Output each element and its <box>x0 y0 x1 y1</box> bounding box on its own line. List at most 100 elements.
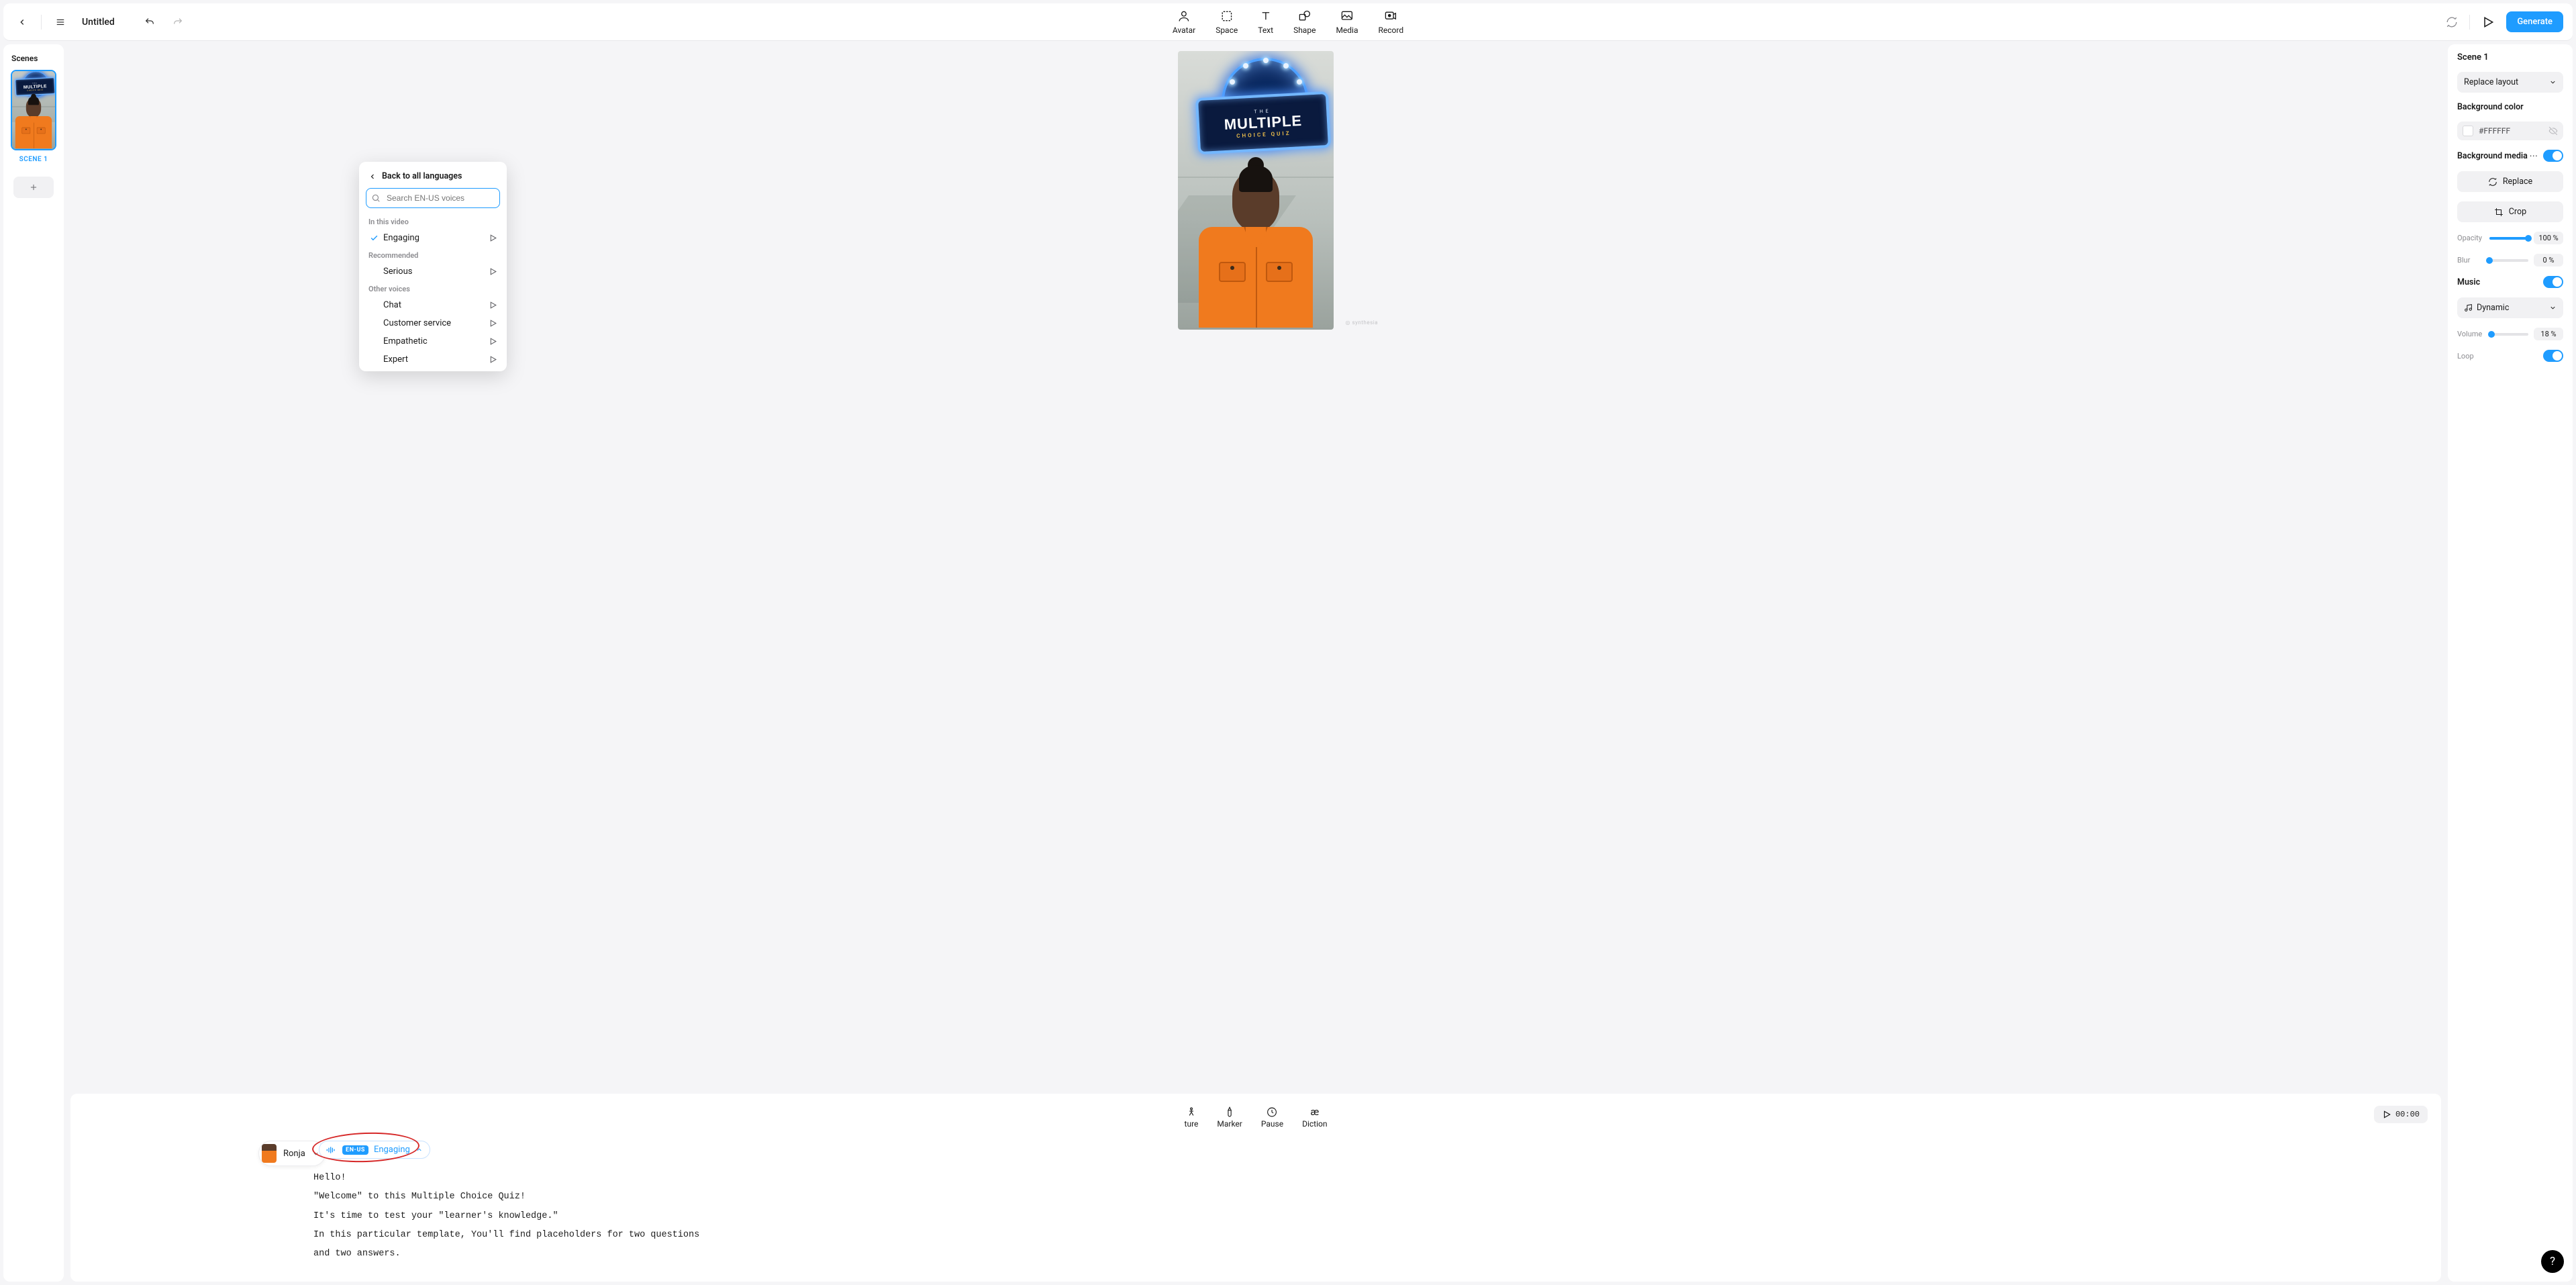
eye-off-icon[interactable] <box>2548 126 2558 136</box>
canvas-wrap: THE MULTIPLE CHOICE QUIZ synthesia <box>70 44 2441 1094</box>
tool-shape[interactable]: Shape <box>1293 9 1316 35</box>
scene-label-1: SCENE 1 <box>19 156 48 163</box>
main: Scenes THE MULTIPLE CHOICE QUIZ SCENE 1 <box>0 44 2576 1285</box>
voice-item-chat[interactable]: Chat <box>359 296 507 314</box>
voice-search-input[interactable] <box>366 188 500 208</box>
bg-media-toggle[interactable] <box>2543 150 2563 162</box>
play-icon[interactable] <box>489 355 497 364</box>
crop-media-button[interactable]: Crop <box>2457 201 2563 222</box>
section-recommended: Recommended <box>359 247 507 263</box>
avatar-mini-icon <box>262 1144 277 1163</box>
chevron-down-icon <box>2549 79 2557 86</box>
gesture-icon <box>1185 1106 1197 1118</box>
search-icon <box>371 193 381 203</box>
volume-value[interactable]: 18 % <box>2534 328 2563 340</box>
volume-slider[interactable] <box>2489 333 2528 336</box>
voice-item-engaging[interactable]: Engaging <box>359 229 507 247</box>
bg-media-more-button[interactable]: ⋯ <box>2530 150 2538 161</box>
script-text[interactable]: Hello! "Welcome" to this Multiple Choice… <box>313 1169 2401 1264</box>
tool-pause[interactable]: Pause <box>1261 1106 1283 1129</box>
opacity-slider[interactable] <box>2489 237 2528 240</box>
undo-button[interactable] <box>140 13 159 32</box>
play-icon[interactable] <box>489 301 497 310</box>
topbar-left: Untitled <box>13 13 187 32</box>
opacity-slider-row: Opacity 100 % <box>2457 232 2563 244</box>
voice-item-customer-service[interactable]: Customer service <box>359 314 507 332</box>
toolbar-center: Avatar Space Text Shape Media Record <box>1173 9 1403 35</box>
tool-diction[interactable]: æ Diction <box>1302 1106 1327 1129</box>
popover-search <box>366 188 500 208</box>
loop-label: Loop <box>2457 352 2474 361</box>
watermark: synthesia <box>1346 320 1379 326</box>
script-time[interactable]: 00:00 <box>2374 1106 2428 1123</box>
avatar-icon <box>1177 9 1191 23</box>
chevron-up-icon <box>415 1146 423 1153</box>
play-icon[interactable] <box>489 234 497 242</box>
blur-slider[interactable] <box>2489 259 2528 262</box>
music-label: Music <box>2457 277 2480 287</box>
color-swatch <box>2463 126 2473 136</box>
language-badge: EN-US <box>342 1145 368 1155</box>
voice-item-serious[interactable]: Serious <box>359 263 507 281</box>
waveform-icon <box>326 1145 337 1155</box>
add-scene-button[interactable] <box>13 177 54 198</box>
voice-item-expert[interactable]: Expert <box>359 350 507 369</box>
preview-play-button[interactable] <box>2478 12 2498 32</box>
menu-button[interactable] <box>51 13 70 32</box>
script-panel: ture Marker Pause æ Diction 00:00 <box>70 1094 2441 1282</box>
replace-layout-select[interactable]: Replace layout <box>2457 72 2563 93</box>
generate-button[interactable]: Generate <box>2506 11 2563 32</box>
check-icon <box>368 234 379 242</box>
topbar-right: Generate <box>2442 11 2563 32</box>
center-area: THE MULTIPLE CHOICE QUIZ synthesia <box>70 44 2441 1282</box>
volume-slider-row: Volume 18 % <box>2457 328 2563 340</box>
scene-thumb-1[interactable]: THE MULTIPLE CHOICE QUIZ <box>11 70 56 150</box>
music-track-select[interactable]: Dynamic <box>2457 297 2563 318</box>
canvas[interactable]: THE MULTIPLE CHOICE QUIZ <box>1178 51 1334 330</box>
music-toggle[interactable] <box>2543 276 2563 288</box>
section-other: Other voices <box>359 281 507 296</box>
tool-media[interactable]: Media <box>1336 9 1358 35</box>
play-icon[interactable] <box>489 267 497 276</box>
voice-popover: Back to all languages In this video Enga… <box>359 162 507 371</box>
scene-title: Scene 1 <box>2457 52 2563 62</box>
scenes-panel: Scenes THE MULTIPLE CHOICE QUIZ SCENE 1 <box>3 44 64 1282</box>
tool-marker[interactable]: Marker <box>1217 1106 1242 1129</box>
tool-record[interactable]: Record <box>1379 9 1404 35</box>
blur-value[interactable]: 0 % <box>2534 254 2563 267</box>
section-in-video: In this video <box>359 213 507 229</box>
text-icon <box>1258 9 1273 23</box>
help-button[interactable]: ? <box>2541 1250 2564 1273</box>
blur-slider-row: Blur 0 % <box>2457 254 2563 267</box>
popover-back-button[interactable]: Back to all languages <box>359 169 507 188</box>
bg-color-chip[interactable]: #FFFFFF <box>2457 122 2563 140</box>
tool-gesture[interactable]: ture <box>1185 1106 1199 1129</box>
play-icon[interactable] <box>489 337 497 346</box>
bg-color-label: Background color <box>2457 102 2563 112</box>
redo-button[interactable] <box>168 13 187 32</box>
pause-icon <box>1267 1106 1278 1118</box>
play-icon[interactable] <box>489 319 497 328</box>
voice-item-empathetic[interactable]: Empathetic <box>359 332 507 350</box>
back-button[interactable] <box>13 13 32 32</box>
space-icon <box>1220 9 1234 23</box>
tool-avatar[interactable]: Avatar <box>1173 9 1195 35</box>
script-tools: ture Marker Pause æ Diction <box>1185 1106 1328 1129</box>
media-icon <box>1340 9 1354 23</box>
document-title[interactable]: Untitled <box>82 17 115 28</box>
sync-icon[interactable] <box>2442 13 2461 32</box>
bg-media-label: Background media <box>2457 151 2528 161</box>
avatar-selector[interactable]: Ronja <box>258 1141 326 1166</box>
canvas-avatar[interactable] <box>1192 172 1320 330</box>
replace-media-button[interactable]: Replace <box>2457 171 2563 192</box>
opacity-value[interactable]: 100 % <box>2534 232 2563 244</box>
marker-icon <box>1224 1106 1236 1118</box>
shape-icon <box>1297 9 1312 23</box>
tool-space[interactable]: Space <box>1216 9 1238 35</box>
diction-icon: æ <box>1310 1106 1319 1118</box>
voice-selector[interactable]: EN-US Engaging <box>319 1141 430 1159</box>
tool-text[interactable]: Text <box>1258 9 1273 35</box>
music-note-icon <box>2464 303 2473 312</box>
loop-toggle[interactable] <box>2543 350 2563 362</box>
topbar: Untitled Avatar Space Text Shape Media <box>3 3 2573 41</box>
